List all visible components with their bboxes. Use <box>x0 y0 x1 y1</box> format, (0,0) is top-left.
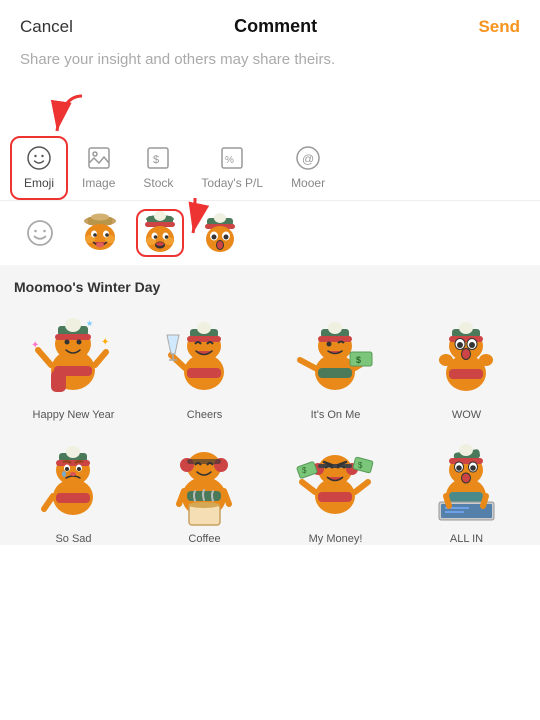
arrow-to-emoji-icon <box>42 86 102 136</box>
svg-text:✦: ✦ <box>101 337 109 348</box>
tab-image[interactable]: Image <box>68 136 129 200</box>
emoji-subrow <box>0 201 540 265</box>
sticker-all-in-label: ALL IN <box>450 533 483 545</box>
mooer-icon: @ <box>294 144 322 172</box>
sticker-cheers-label: Cheers <box>187 409 222 421</box>
stock-icon: $ <box>144 144 172 172</box>
sticker-cheers[interactable]: Cheers <box>141 305 268 421</box>
svg-text:★: ★ <box>86 319 93 328</box>
subtitle-text: Share your insight and others may share … <box>0 49 540 86</box>
sticker-so-sad-label: So Sad <box>55 533 91 545</box>
sticker-coffee-label: Coffee <box>188 533 220 545</box>
svg-text:$: $ <box>358 461 363 470</box>
svg-text:%: % <box>225 155 234 166</box>
tab-stock-label: Stock <box>143 176 173 190</box>
page-title: Comment <box>234 16 317 37</box>
sticker-wow[interactable]: WOW <box>403 305 530 421</box>
tab-emoji-label: Emoji <box>24 176 54 190</box>
sticker-my-money-img: $ $ <box>281 429 391 529</box>
emoji-smiley[interactable] <box>16 209 64 257</box>
image-icon <box>85 144 113 172</box>
tab-image-label: Image <box>82 176 115 190</box>
sticker-section-title: Moomoo's Winter Day <box>10 279 530 295</box>
svg-text:@: @ <box>302 152 314 166</box>
sticker-wow-label: WOW <box>452 409 481 421</box>
arrow-indicator-1 <box>0 86 540 136</box>
svg-text:✦: ✦ <box>31 340 39 351</box>
sticker-coffee[interactable]: Coffee <box>141 429 268 545</box>
arrow-to-hat-emoji-icon <box>165 193 225 243</box>
sticker-area: Moomoo's Winter Day <box>0 265 540 545</box>
tab-mooer[interactable]: @ Mooer <box>277 136 339 200</box>
sticker-all-in-img <box>412 429 522 529</box>
tab-today-pl[interactable]: % Today's P/L <box>187 136 277 200</box>
svg-text:$: $ <box>153 154 159 166</box>
header: Cancel Comment Send <box>0 0 540 49</box>
sticker-wow-img <box>412 305 522 405</box>
sticker-cheers-img <box>150 305 260 405</box>
tab-mooer-label: Mooer <box>291 176 325 190</box>
sticker-happy-new-year-img: ✦ ✦ ★ <box>19 305 129 405</box>
cancel-button[interactable]: Cancel <box>20 17 73 37</box>
sticker-happy-new-year[interactable]: ✦ ✦ ★ Happy New Year <box>10 305 137 421</box>
svg-text:$: $ <box>356 355 361 365</box>
sticker-coffee-img <box>150 429 260 529</box>
sticker-grid: ✦ ✦ ★ Happy New Year <box>10 305 530 545</box>
emoji-fox-excited[interactable] <box>76 209 124 257</box>
sticker-its-on-me[interactable]: $ It's On Me <box>272 305 399 421</box>
sticker-its-on-me-label: It's On Me <box>311 409 361 421</box>
sticker-so-sad-img <box>19 429 129 529</box>
tab-stock[interactable]: $ Stock <box>129 136 187 200</box>
svg-text:$: $ <box>302 466 307 475</box>
sticker-my-money[interactable]: $ $ My Money! <box>272 429 399 545</box>
tab-today-pl-label: Today's P/L <box>201 176 263 190</box>
tab-emoji[interactable]: Emoji <box>10 136 68 200</box>
sticker-so-sad[interactable]: So Sad <box>10 429 137 545</box>
sticker-its-on-me-img: $ <box>281 305 391 405</box>
today-pl-icon: % <box>218 144 246 172</box>
sticker-happy-new-year-label: Happy New Year <box>33 409 115 421</box>
emoji-icon <box>25 144 53 172</box>
sticker-all-in[interactable]: ALL IN <box>403 429 530 545</box>
sticker-my-money-label: My Money! <box>309 533 363 545</box>
tab-bar: Emoji Image $ Stock % Tod <box>0 136 540 201</box>
send-button[interactable]: Send <box>478 17 520 37</box>
